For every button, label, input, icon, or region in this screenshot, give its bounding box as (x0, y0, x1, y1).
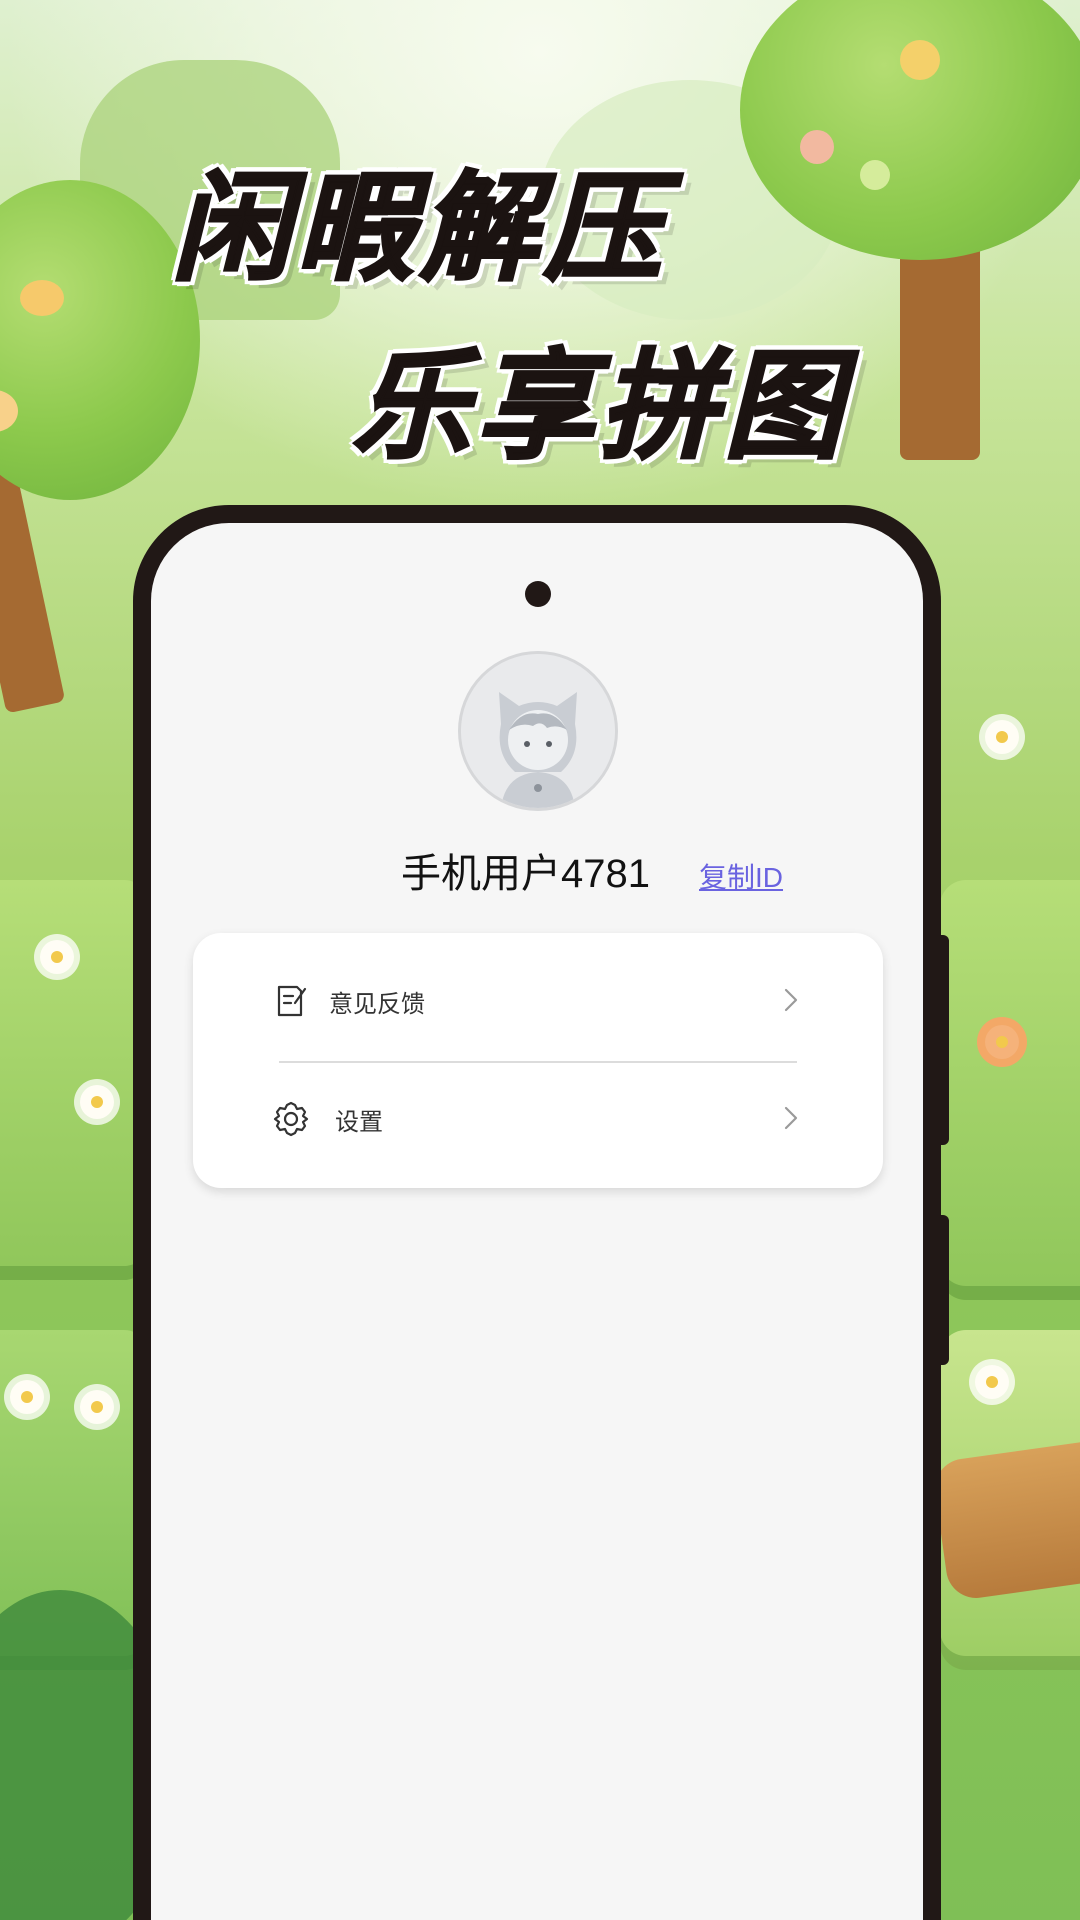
menu-item-settings[interactable]: 设置 (193, 1066, 883, 1176)
username: 手机用户4781 (401, 852, 650, 896)
puzzle-tile (0, 880, 150, 1280)
wooden-log (931, 1438, 1080, 1602)
menu-item-feedback[interactable]: 意见反馈 (193, 948, 883, 1058)
promo-screenshot: 闲暇解压 乐享拼图 手机用户4781 复制ID 意见反馈 设置 (0, 0, 1080, 1920)
avatar[interactable] (458, 651, 618, 811)
chevron-right-icon (784, 988, 798, 1012)
phone-mockup: 手机用户4781 复制ID 意见反馈 设置 (133, 505, 941, 1920)
menu-item-label: 意见反馈 (329, 990, 425, 1018)
copy-id-link[interactable]: 复制ID (699, 856, 783, 896)
phone-side-button (941, 1215, 949, 1365)
menu-divider (279, 1061, 797, 1063)
gear-icon (273, 1101, 309, 1137)
headline-line-1: 闲暇解压 (170, 158, 669, 299)
default-avatar-icon (461, 654, 615, 808)
front-camera (525, 581, 551, 607)
feedback-icon (277, 985, 307, 1017)
flower (80, 1390, 114, 1424)
phone-side-button (941, 935, 949, 1145)
flower (10, 1380, 44, 1414)
headline-line-2: 乐享拼图 (350, 336, 849, 477)
flower (40, 940, 74, 974)
flower (985, 1025, 1019, 1059)
menu-card: 意见反馈 设置 (193, 933, 883, 1188)
flower (985, 720, 1019, 754)
menu-item-label: 设置 (335, 1108, 383, 1136)
flower (80, 1085, 114, 1119)
chevron-right-icon (784, 1106, 798, 1130)
puzzle-tile (940, 880, 1080, 1300)
flower (975, 1365, 1009, 1399)
